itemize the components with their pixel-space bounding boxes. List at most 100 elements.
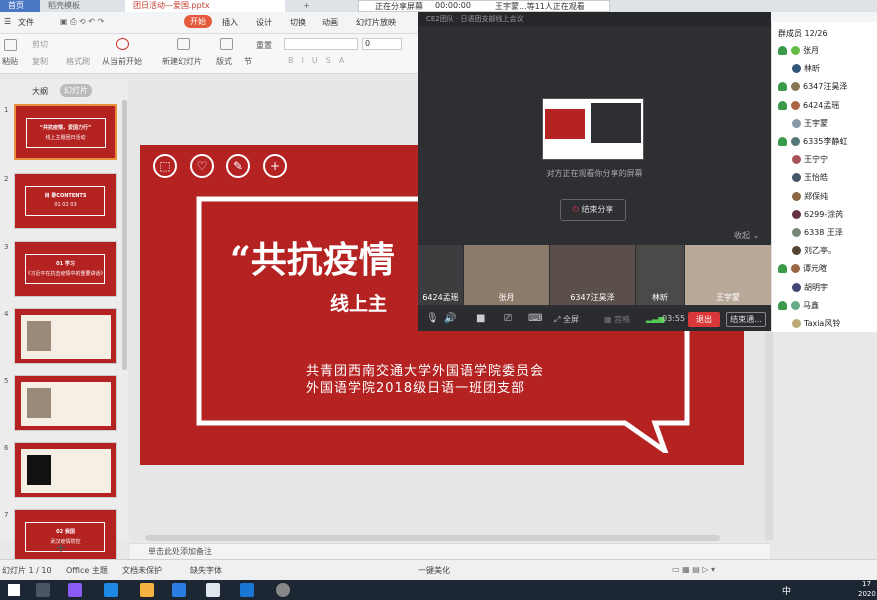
font-size-select[interactable]: 0 [362, 38, 402, 50]
task-view-icon[interactable] [36, 583, 50, 597]
tab-outline[interactable]: 大纲 [32, 86, 48, 97]
layout-button[interactable]: 版式 [216, 56, 232, 67]
view-mode-icons[interactable]: ▭ ▦ ▤ ▷ ▾ [672, 565, 715, 574]
video-tile-3[interactable]: 6347汪昊泽 [550, 245, 635, 305]
copy-button[interactable]: 复制 [32, 56, 48, 67]
add-slide-button[interactable]: + [55, 540, 67, 556]
thumbnail-scrollbar[interactable] [122, 100, 127, 370]
doc-protect-status[interactable]: 文档未保护 [122, 565, 162, 576]
new-slide-button[interactable]: 新建幻灯片 [162, 56, 202, 67]
member-item[interactable]: 王怡皓 [792, 171, 828, 185]
menu-slideshow[interactable]: 幻灯片放映 [356, 17, 396, 28]
meeting-timer: 03:55 [662, 314, 686, 323]
tab-slides[interactable]: 幻灯片 [60, 84, 92, 97]
video-tile-5[interactable]: 王宇蒙 [685, 245, 771, 305]
avatar [791, 46, 800, 55]
user-app-icon[interactable] [276, 583, 290, 597]
store-icon[interactable] [206, 583, 220, 597]
windows-start-icon[interactable] [8, 584, 20, 596]
member-item[interactable]: 林昕 [792, 62, 820, 76]
reset-button[interactable]: 重置 [256, 40, 272, 51]
slide-thumbnail[interactable]: 02 我国 武汉疫情防控 [14, 509, 117, 565]
slide-thumbnail[interactable]: 01 学习 《习近平在抗击疫情中的重要讲话》 [14, 241, 117, 297]
speaker-icon[interactable]: 🔊 [444, 313, 456, 324]
member-item[interactable]: 6424孟瑶 [778, 99, 839, 113]
theme-name: Office 主题 [66, 566, 108, 575]
app-icon[interactable] [68, 583, 82, 597]
menu-icon[interactable]: ☰ [4, 17, 11, 26]
canvas-hscrollbar[interactable] [145, 535, 720, 541]
member-item[interactable]: 郑保纯 [792, 190, 828, 204]
member-item[interactable]: 刘乙亭。 [792, 244, 836, 258]
tab-add-button[interactable]: + [295, 0, 315, 12]
paste-button[interactable]: 粘贴 [2, 56, 18, 67]
member-item[interactable]: Taxia风铃 [792, 317, 840, 331]
menu-start[interactable]: 开始 [184, 15, 212, 28]
exit-button[interactable]: 退出 [688, 312, 720, 327]
member-item[interactable]: 谭元暄 [778, 262, 827, 276]
tab-template[interactable]: 稻壳模板 [40, 0, 120, 12]
menu-transition[interactable]: 切换 [290, 17, 306, 28]
menu-design[interactable]: 设计 [256, 17, 272, 28]
fullscreen-button[interactable]: ⤢ 全屏 [554, 314, 579, 325]
member-name: 王宁宁 [804, 155, 828, 165]
from-current-button[interactable]: 从当前开始 [102, 56, 142, 67]
camera-icon[interactable]: ■ [476, 313, 485, 324]
thumbnail-number: 1 [4, 106, 9, 114]
end-share-button[interactable]: ⏻ 结束分享 [560, 199, 626, 221]
meeting-title: CE2团队 · 日语团支部线上会议 [426, 15, 524, 23]
end-meeting-button[interactable]: 结束通... [726, 312, 766, 327]
ime-indicator[interactable]: 中 [782, 584, 791, 597]
microphone-icon[interactable]: 🎙 [426, 313, 439, 324]
ie-icon[interactable] [104, 583, 118, 597]
clock-time: 17 [862, 580, 871, 588]
share-icon[interactable]: ⎚ [504, 313, 512, 324]
member-item[interactable]: 张月 [778, 44, 819, 58]
play-icon[interactable] [116, 38, 129, 50]
member-item[interactable]: 王宁宁 [792, 153, 828, 167]
new-slide-icon[interactable] [177, 38, 190, 50]
member-item[interactable]: 马鑫 [778, 299, 819, 313]
member-item[interactable]: 6347汪昊泽 [778, 80, 847, 94]
tab-file[interactable]: 团日活动—爱国.pptx [125, 0, 285, 12]
format-painter-button[interactable]: 格式刷 [66, 56, 90, 67]
thumbnail-title: 01 学习 [56, 261, 75, 267]
menu-insert[interactable]: 插入 [222, 17, 238, 28]
slide-thumbnail[interactable]: “共抗疫情，爱国力行” 线上主题团日活动 [14, 104, 117, 160]
collapse-button[interactable]: 收起 ⌄ [734, 230, 759, 241]
host-person-icon [778, 300, 787, 310]
member-item[interactable]: 胡明宇 [792, 281, 828, 295]
font-name-select[interactable] [284, 38, 358, 50]
member-item[interactable]: 6335李静虹 [778, 135, 847, 149]
edge-icon[interactable] [172, 583, 186, 597]
host-person-icon [778, 100, 787, 110]
beautify-button[interactable]: 一键美化 [418, 565, 450, 576]
layout-icon[interactable] [220, 38, 233, 50]
missing-font-status[interactable]: 缺失字体 [190, 565, 222, 576]
member-item[interactable]: 6299-涂芮 [792, 208, 843, 222]
slide-thumbnail[interactable] [14, 375, 117, 431]
member-item[interactable]: 王宇蒙 [792, 117, 828, 131]
tab-home[interactable]: 首页 [0, 0, 40, 12]
quick-access-icons[interactable]: ▣ ⎙ ⟲ ↶ ↷ [60, 17, 104, 27]
avatar [791, 82, 800, 92]
video-tile-1[interactable]: 6424孟瑶 [418, 245, 463, 305]
section-button[interactable]: 节 [244, 56, 252, 67]
menu-file[interactable]: 文件 [18, 17, 34, 28]
format-buttons[interactable]: BIUSA [288, 56, 352, 65]
word-icon[interactable] [240, 583, 254, 597]
file-explorer-icon[interactable] [140, 583, 154, 597]
notes-area[interactable]: 单击此处添加备注 [130, 543, 770, 559]
thumbnail-image [27, 321, 51, 351]
slide-thumbnail[interactable]: 目 录CONTENTS 01 02 03 [14, 173, 117, 229]
slide-thumbnail[interactable] [14, 442, 117, 498]
gallery-button[interactable]: ▦ 宫格 [604, 314, 630, 325]
record-icon[interactable]: ⌨ [528, 313, 542, 324]
video-tile-2[interactable]: 张月 [464, 245, 549, 305]
cut-button[interactable]: 剪切 [32, 39, 48, 50]
member-item[interactable]: 6338 王泽 [792, 226, 843, 240]
video-tile-4[interactable]: 林昕 [636, 245, 684, 305]
menu-animation[interactable]: 动画 [322, 17, 338, 28]
paste-icon[interactable] [4, 39, 17, 51]
slide-thumbnail[interactable] [14, 308, 117, 364]
